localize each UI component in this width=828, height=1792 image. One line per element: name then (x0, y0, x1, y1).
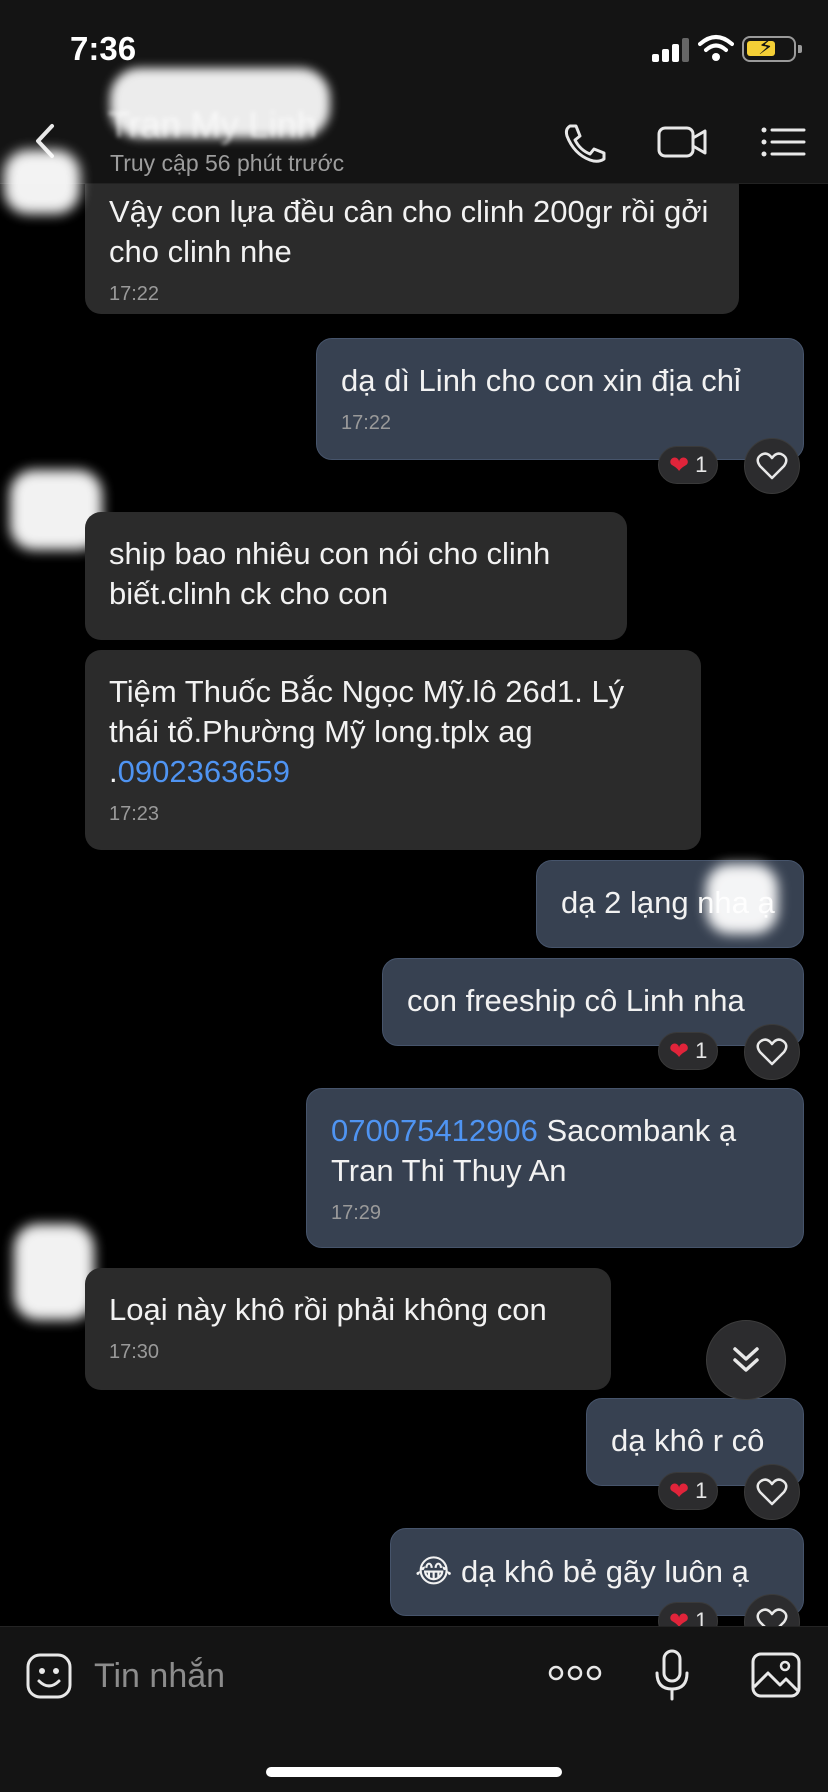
message-time: 17:29 (331, 1202, 382, 1224)
heart-react-button[interactable] (744, 438, 800, 494)
red-heart-icon: ❤ (669, 1607, 690, 1627)
list-menu-icon[interactable] (758, 120, 810, 164)
microphone-icon[interactable] (652, 1649, 692, 1701)
message-bubble[interactable]: ship bao nhiêu con nói cho clinh biết.cl… (85, 512, 627, 640)
message-list[interactable]: Vậy con lựa đều cân cho clinh 200gr rồi … (0, 184, 828, 1626)
reaction-badge[interactable]: ❤ 1 (658, 1032, 719, 1070)
scroll-to-bottom-button[interactable] (706, 1320, 786, 1400)
message-time: 17:22 (341, 412, 392, 434)
reaction-badge[interactable]: ❤ 1 (658, 446, 719, 484)
heart-outline-icon (756, 1478, 788, 1506)
redaction-mark (706, 864, 778, 934)
message-text: con freeship cô Linh nha (407, 983, 745, 1018)
wifi-icon (698, 35, 734, 61)
reaction-count: 1 (695, 1038, 708, 1063)
message-text: dạ dì Linh cho con xin địa chỉ (341, 363, 741, 398)
red-heart-icon: ❤ (669, 1037, 690, 1065)
message-bubble[interactable]: 😂 dạ khô bẻ gãy luôn ạ (390, 1528, 804, 1616)
message-text: Vậy con lựa đều cân cho clinh 200gr rồi … (109, 194, 709, 269)
heart-react-button[interactable] (744, 1464, 800, 1520)
status-time: 7:36 (70, 30, 137, 67)
message-text: ship bao nhiêu con nói cho clinh biết.cl… (109, 536, 551, 611)
message-bubble[interactable]: Tiệm Thuốc Bắc Ngọc Mỹ.lô 26d1. Lý thái … (85, 650, 701, 850)
message-time: 17:22 (109, 283, 160, 305)
message-time: 17:30 (109, 1341, 160, 1363)
message-composer (0, 1626, 828, 1792)
sticker-icon[interactable] (24, 1651, 74, 1701)
double-chevron-down-icon (733, 1347, 759, 1372)
reaction-count: 1 (695, 452, 708, 477)
message-bubble[interactable]: 070075412906 Sacombank ạ Tran Thi Thuy A… (306, 1088, 804, 1248)
reaction-badge[interactable]: ❤ 1 (658, 1472, 719, 1510)
phone-icon[interactable] (558, 120, 610, 164)
phone-link[interactable]: 0902363659 (118, 754, 290, 789)
account-number-link[interactable]: 070075412906 (331, 1113, 538, 1148)
redaction-mark (110, 68, 330, 138)
message-text: dạ khô bẻ gãy luôn ạ (452, 1554, 749, 1589)
cellular-signal-icon (652, 38, 692, 62)
avatar[interactable] (14, 1224, 94, 1320)
heart-react-button[interactable] (744, 1024, 800, 1080)
message-bubble[interactable]: Loại này khô rồi phải không con 17:30 (85, 1268, 611, 1390)
reaction-count: 1 (695, 1608, 708, 1626)
heart-outline-icon (756, 1608, 788, 1626)
message-bubble[interactable]: con freeship cô Linh nha (382, 958, 804, 1046)
last-seen-status: Truy cập 56 phút trước (110, 150, 345, 176)
heart-outline-icon (756, 452, 788, 480)
message-bubble[interactable]: Vậy con lựa đều cân cho clinh 200gr rồi … (85, 184, 739, 314)
message-time: 17:23 (109, 803, 160, 825)
gallery-icon[interactable] (750, 1651, 802, 1699)
battery-charging-icon: ⚡ (742, 34, 802, 62)
red-heart-icon: ❤ (669, 451, 690, 479)
more-dots-icon[interactable] (548, 1661, 602, 1685)
reaction-count: 1 (695, 1478, 708, 1503)
laughing-emoji: 😂 (415, 1553, 453, 1589)
home-indicator[interactable] (266, 1767, 562, 1777)
message-bubble[interactable]: dạ dì Linh cho con xin địa chỉ 17:22 (316, 338, 804, 460)
message-input[interactable] (94, 1647, 494, 1705)
message-text: Loại này khô rồi phải không con (109, 1292, 547, 1327)
avatar[interactable] (4, 150, 80, 214)
reaction-badge[interactable]: ❤ 1 (658, 1602, 719, 1627)
message-text: dạ khô r cô (611, 1423, 765, 1458)
video-camera-icon[interactable] (656, 120, 708, 164)
heart-outline-icon (756, 1038, 788, 1066)
red-heart-icon: ❤ (669, 1477, 690, 1505)
